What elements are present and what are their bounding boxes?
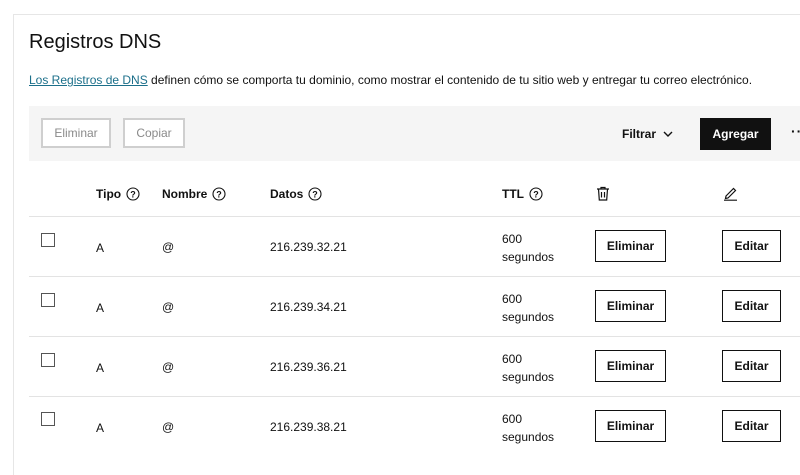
edit-record-button[interactable]: Editar bbox=[722, 410, 781, 442]
row-divider bbox=[29, 276, 800, 277]
cell-nombre: @ bbox=[162, 360, 175, 374]
cell-ttl: 600 segundos bbox=[502, 290, 554, 326]
cell-tipo: A bbox=[96, 361, 105, 375]
cell-ttl: 600 segundos bbox=[502, 410, 554, 446]
cell-ttl: 600 segundos bbox=[502, 350, 554, 386]
cell-ttl: 600 segundos bbox=[502, 230, 554, 266]
row-divider bbox=[29, 336, 800, 337]
column-label-datos: Datos bbox=[270, 187, 304, 201]
column-header-datos: Datos ? bbox=[270, 187, 322, 201]
add-record-button[interactable]: Agregar bbox=[700, 118, 771, 150]
row-checkbox[interactable] bbox=[41, 293, 55, 307]
cell-datos: 216.239.38.21 bbox=[270, 420, 347, 434]
cell-datos: 216.239.32.21 bbox=[270, 240, 347, 254]
svg-text:?: ? bbox=[130, 189, 136, 199]
ttl-value: 600 bbox=[502, 232, 523, 246]
cell-tipo: A bbox=[96, 301, 105, 315]
dns-records-link[interactable]: Los Registros de DNS bbox=[29, 73, 148, 87]
help-circle-icon[interactable]: ? bbox=[308, 187, 322, 201]
edit-record-button[interactable]: Editar bbox=[722, 230, 781, 262]
row-checkbox[interactable] bbox=[41, 353, 55, 367]
column-label-ttl: TTL bbox=[502, 187, 524, 201]
help-circle-icon[interactable]: ? bbox=[212, 187, 226, 201]
delete-record-button[interactable]: Eliminar bbox=[595, 290, 666, 322]
delete-record-button[interactable]: Eliminar bbox=[595, 230, 666, 262]
filter-dropdown[interactable]: Filtrar bbox=[622, 127, 674, 141]
filter-label: Filtrar bbox=[622, 127, 657, 141]
column-header-ttl: TTL ? bbox=[502, 187, 543, 201]
delete-record-button[interactable]: Eliminar bbox=[595, 350, 666, 382]
ttl-unit: segundos bbox=[502, 310, 555, 324]
ttl-unit: segundos bbox=[502, 370, 555, 384]
delete-record-button[interactable]: Eliminar bbox=[595, 410, 666, 442]
column-label-nombre: Nombre bbox=[162, 187, 208, 201]
ttl-unit: segundos bbox=[502, 430, 555, 444]
column-header-nombre: Nombre ? bbox=[162, 187, 226, 201]
row-checkbox[interactable] bbox=[41, 412, 55, 426]
column-label-tipo: Tipo bbox=[96, 187, 122, 201]
bulk-delete-button[interactable]: Eliminar bbox=[41, 118, 111, 148]
page-description: Los Registros de DNS definen cómo se com… bbox=[29, 73, 752, 87]
cell-tipo: A bbox=[96, 241, 105, 255]
svg-text:?: ? bbox=[217, 189, 223, 199]
edit-record-button[interactable]: Editar bbox=[722, 290, 781, 322]
row-divider bbox=[29, 396, 800, 397]
row-divider bbox=[29, 216, 800, 217]
chevron-down-icon bbox=[663, 131, 673, 137]
column-header-tipo: Tipo ? bbox=[96, 187, 140, 201]
row-checkbox[interactable] bbox=[41, 233, 55, 247]
cell-nombre: @ bbox=[162, 240, 175, 254]
cell-nombre: @ bbox=[162, 420, 175, 434]
pencil-icon bbox=[724, 187, 737, 201]
help-circle-icon[interactable]: ? bbox=[126, 187, 140, 201]
svg-text:?: ? bbox=[313, 189, 319, 199]
cell-tipo: A bbox=[96, 421, 105, 435]
ttl-unit: segundos bbox=[502, 250, 555, 264]
trash-icon bbox=[597, 186, 609, 201]
ttl-value: 600 bbox=[502, 352, 523, 366]
more-options-icon[interactable]: ··· bbox=[791, 123, 800, 139]
ttl-value: 600 bbox=[502, 292, 523, 306]
cell-nombre: @ bbox=[162, 300, 175, 314]
ttl-value: 600 bbox=[502, 412, 523, 426]
copy-button[interactable]: Copiar bbox=[123, 118, 185, 148]
cell-datos: 216.239.36.21 bbox=[270, 360, 347, 374]
help-circle-icon[interactable]: ? bbox=[529, 187, 543, 201]
edit-record-button[interactable]: Editar bbox=[722, 350, 781, 382]
description-text: definen cómo se comporta tu dominio, com… bbox=[147, 73, 753, 87]
page-title: Registros DNS bbox=[29, 31, 162, 53]
svg-text:?: ? bbox=[533, 189, 539, 199]
cell-datos: 216.239.34.21 bbox=[270, 300, 347, 314]
